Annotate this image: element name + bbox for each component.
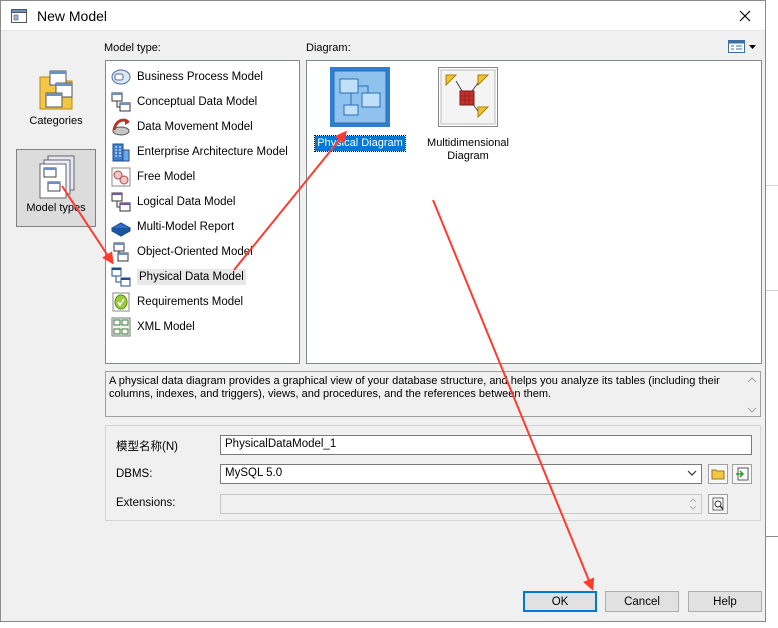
diagram-label: Diagram:: [306, 42, 351, 54]
model-type-xml[interactable]: XML Model: [106, 314, 299, 339]
list-view-icon: [728, 40, 756, 53]
requirements-icon: [112, 292, 130, 311]
chevron-down-icon: [687, 468, 697, 481]
background-window-edge: [766, 290, 778, 291]
conceptual-data-icon: [111, 92, 131, 111]
close-icon: [739, 10, 751, 22]
diagram-physical[interactable]: Physical Diagram: [312, 67, 408, 152]
dbms-import-button[interactable]: [732, 464, 752, 484]
category-label: Model types: [26, 202, 86, 214]
extensions-browse-button[interactable]: [708, 494, 728, 514]
magnifier-icon: [712, 497, 724, 511]
business-process-icon: [111, 69, 131, 84]
close-button[interactable]: [725, 1, 765, 31]
description-box: A physical data diagram provides a graph…: [105, 371, 761, 417]
model-properties: 模型名称(N) PhysicalDataModel_1 DBMS: MySQL …: [105, 425, 761, 521]
view-mode-button[interactable]: [728, 40, 758, 57]
model-type-multi-model-report[interactable]: Multi-Model Report: [106, 214, 299, 239]
model-type-business-process[interactable]: Business Process Model: [106, 64, 299, 89]
model-type-data-movement[interactable]: Data Movement Model: [106, 114, 299, 139]
model-type-requirements[interactable]: Requirements Model: [106, 289, 299, 314]
extensions-label: Extensions:: [116, 497, 176, 509]
dbms-select[interactable]: MySQL 5.0: [220, 464, 702, 484]
folder-icon: [39, 70, 73, 110]
xml-model-icon: [111, 317, 131, 336]
model-name-label: 模型名称(N): [116, 441, 178, 453]
category-pane: Categories Model types: [11, 57, 99, 357]
diagram-multidimensional[interactable]: Multidimensional Diagram: [420, 67, 516, 164]
new-model-dialog: New Model Categories Model types Model t…: [0, 0, 766, 622]
physical-data-icon: [111, 267, 131, 286]
description-text: A physical data diagram provides a graph…: [109, 375, 720, 400]
model-name-input[interactable]: PhysicalDataModel_1: [220, 435, 752, 455]
extensions-input[interactable]: [220, 494, 702, 514]
model-type-object-oriented[interactable]: Object-Oriented Model: [106, 239, 299, 264]
object-oriented-icon: [113, 242, 129, 261]
dbms-label: DBMS:: [116, 468, 153, 480]
stepper-icon: [689, 496, 697, 515]
model-types-icon: [39, 155, 75, 199]
category-categories[interactable]: Categories: [16, 63, 96, 139]
model-type-list: Business Process Model Conceptual Data M…: [105, 60, 300, 364]
description-scrollbar[interactable]: [745, 373, 759, 415]
import-icon: [736, 467, 749, 481]
background-window-edge: [766, 536, 778, 537]
model-type-conceptual-data[interactable]: Conceptual Data Model: [106, 89, 299, 114]
report-icon: [110, 221, 132, 237]
help-button[interactable]: Help: [688, 591, 762, 612]
window-title: New Model: [37, 8, 108, 24]
ok-button[interactable]: OK: [523, 591, 597, 612]
diagram-label: Physical Diagram: [314, 135, 406, 152]
cancel-button[interactable]: Cancel: [605, 591, 679, 612]
model-type-physical-data[interactable]: Physical Data Model: [106, 264, 299, 289]
multidimensional-diagram-icon: [438, 67, 498, 127]
model-type-label: Model type:: [104, 42, 161, 54]
enterprise-architecture-icon: [112, 143, 130, 161]
physical-diagram-icon: [330, 67, 390, 127]
diagram-list: Physical Diagram Multidimensional Diagra…: [306, 60, 762, 364]
folder-open-icon: [711, 469, 725, 480]
diagram-label: Multidimensional Diagram: [427, 137, 509, 162]
model-type-free[interactable]: Free Model: [106, 164, 299, 189]
model-type-enterprise-architecture[interactable]: Enterprise Architecture Model: [106, 139, 299, 164]
title-bar: New Model: [1, 1, 765, 31]
free-model-icon: [111, 167, 131, 186]
model-type-logical-data[interactable]: Logical Data Model: [106, 189, 299, 214]
category-label: Categories: [29, 115, 83, 127]
logical-data-icon: [111, 192, 131, 211]
category-model-types[interactable]: Model types: [16, 149, 96, 227]
dbms-browse-button[interactable]: [708, 464, 728, 484]
data-movement-icon: [112, 118, 130, 135]
background-window-edge: [766, 185, 778, 186]
app-window-icon: [11, 9, 27, 26]
